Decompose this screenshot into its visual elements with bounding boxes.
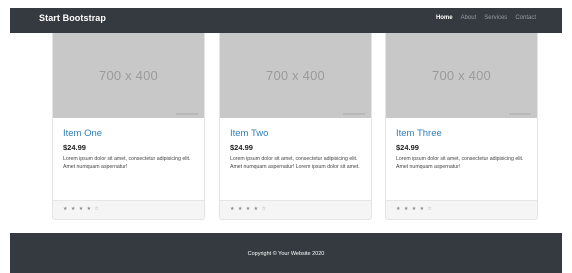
card-body: Item One $24.99 Lorem ipsum dolor sit am… <box>53 118 204 171</box>
copyright-text: Copyright © Your Website 2020 <box>247 251 325 257</box>
product-card-item-three: 700 x 400 Item Three $24.99 Lorem ipsum … <box>385 33 538 220</box>
star-rating-icons: ★ ★ ★ ★ ☆ <box>63 206 100 212</box>
product-price: $24.99 <box>396 143 419 152</box>
product-card-item-two: 700 x 400 Item Two $24.99 Lorem ipsum do… <box>219 33 372 220</box>
product-title-link[interactable]: Item One <box>63 128 194 139</box>
product-description: Lorem ipsum dolor sit amet, consectetur … <box>63 156 191 170</box>
product-description: Lorem ipsum dolor sit amet, consectetur … <box>396 156 524 170</box>
navbar: Start Bootstrap Home About Services Cont… <box>10 8 562 33</box>
product-card-item-one: 700 x 400 Item One $24.99 Lorem ipsum do… <box>52 33 205 220</box>
star-rating-icons: ★ ★ ★ ★ ☆ <box>230 206 267 212</box>
product-image[interactable]: 700 x 400 <box>220 33 371 118</box>
nav-link-home[interactable]: Home <box>436 15 453 21</box>
image-placeholder-label: 700 x 400 <box>266 68 325 83</box>
product-price: $24.99 <box>230 143 253 152</box>
site-footer: Copyright © Your Website 2020 <box>10 233 562 273</box>
card-footer: ★ ★ ★ ★ ☆ <box>53 200 204 219</box>
card-body: Item Two $24.99 Lorem ipsum dolor sit am… <box>220 118 371 171</box>
product-title-link[interactable]: Item Two <box>230 128 361 139</box>
star-rating-icons: ★ ★ ★ ★ ☆ <box>396 206 433 212</box>
image-watermark <box>176 113 198 115</box>
image-watermark <box>509 113 531 115</box>
image-placeholder-label: 700 x 400 <box>432 68 491 83</box>
product-image[interactable]: 700 x 400 <box>53 33 204 118</box>
nav-link-services[interactable]: Services <box>484 15 507 21</box>
navbar-brand[interactable]: Start Bootstrap <box>39 13 106 23</box>
card-body: Item Three $24.99 Lorem ipsum dolor sit … <box>386 118 537 171</box>
nav-link-about[interactable]: About <box>461 15 477 21</box>
card-footer: ★ ★ ★ ★ ☆ <box>386 200 537 219</box>
card-footer: ★ ★ ★ ★ ☆ <box>220 200 371 219</box>
nav-links: Home About Services Contact <box>436 15 536 21</box>
nav-link-contact[interactable]: Contact <box>515 15 536 21</box>
product-price: $24.99 <box>63 143 86 152</box>
page: Start Bootstrap Home About Services Cont… <box>0 0 572 273</box>
image-placeholder-label: 700 x 400 <box>99 68 158 83</box>
product-title-link[interactable]: Item Three <box>396 128 527 139</box>
product-grid: 700 x 400 Item One $24.99 Lorem ipsum do… <box>10 33 562 229</box>
product-description: Lorem ipsum dolor sit amet, consectetur … <box>230 156 360 170</box>
product-image[interactable]: 700 x 400 <box>386 33 537 118</box>
image-watermark <box>343 113 365 115</box>
